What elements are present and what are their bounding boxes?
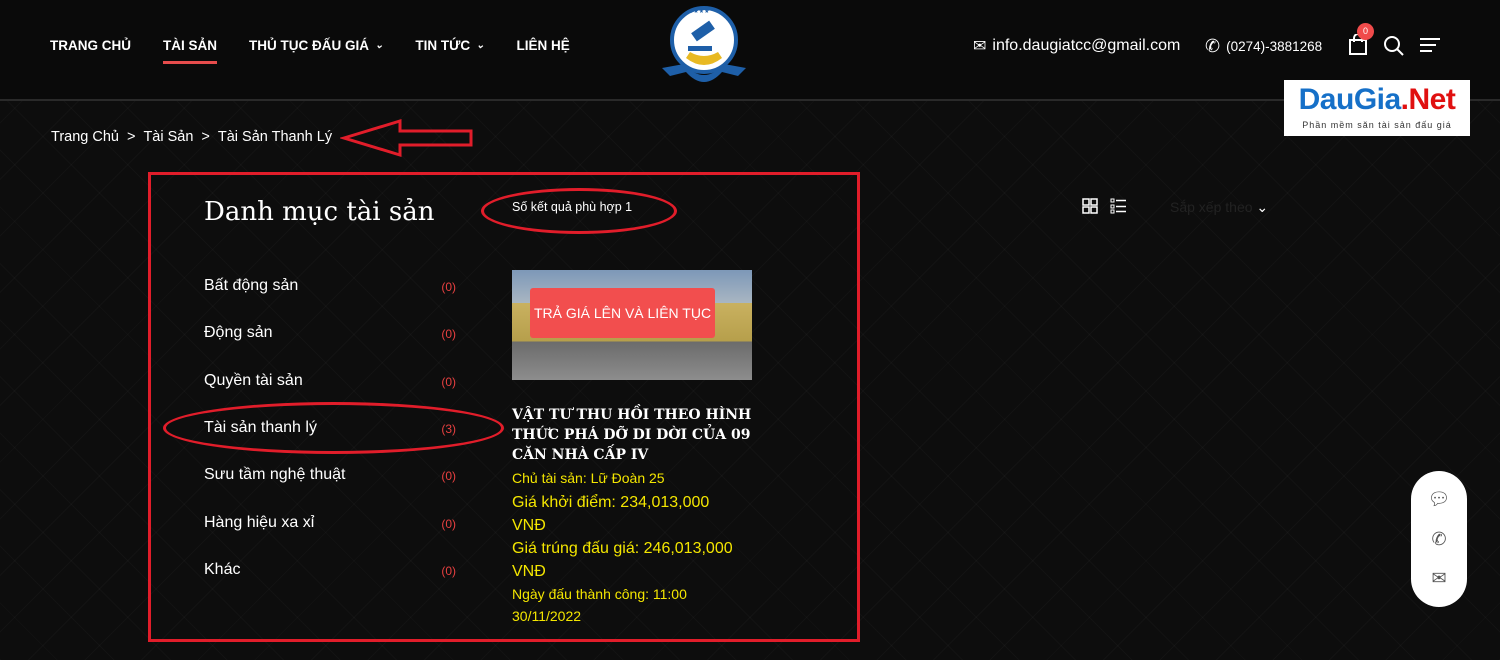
grid-view-icon[interactable] xyxy=(1082,198,1098,214)
category-item[interactable]: Khác (0) xyxy=(204,561,456,579)
email-contact[interactable]: ✉ info.daugiatcc@gmail.com xyxy=(973,36,1180,56)
breadcrumb-current: Tài Sản Thanh Lý xyxy=(217,129,333,145)
category-item[interactable]: Hàng hiệu xa xỉ (0) xyxy=(204,514,456,532)
category-item[interactable]: Sưu tầm nghệ thuật (0) xyxy=(204,466,456,484)
menu-icon[interactable] xyxy=(1420,37,1440,53)
product-image[interactable]: TRẢ GIÁ LÊN VÀ LIÊN TỤC xyxy=(512,270,752,380)
chevron-down-icon: ⌄ xyxy=(476,40,485,51)
breadcrumb-tai-san[interactable]: Tài Sản xyxy=(143,129,193,145)
search-icon[interactable] xyxy=(1383,35,1405,57)
nav-lien-he[interactable]: LIÊN HỆ xyxy=(516,38,569,53)
product-title[interactable]: VẬT TƯ THU HỒI THEO HÌNH THỨC PHÁ DỠ DI … xyxy=(512,405,762,465)
category-item[interactable]: Động sản (0) xyxy=(204,324,456,342)
category-item[interactable]: Bất động sản (0) xyxy=(204,277,456,295)
sort-dropdown[interactable]: Sắp xếp theo ⌄ xyxy=(1170,199,1268,216)
nav-tai-san[interactable]: TÀI SẢN xyxy=(163,38,217,64)
chevron-down-icon: ⌄ xyxy=(375,40,384,51)
mail-icon: ✉ xyxy=(973,38,987,55)
nav-tin-tuc[interactable]: TIN TỨC ⌄ xyxy=(415,38,484,53)
phone-icon: ✆ xyxy=(1205,36,1221,56)
floating-contact-bar: 💬︎ ✆ ✉ xyxy=(1411,471,1467,607)
view-toggle xyxy=(1082,198,1126,214)
cart-count-badge: 0 xyxy=(1357,23,1374,40)
breadcrumb: Trang Chủ > Tài Sản > Tài Sản Thanh Lý xyxy=(51,129,333,145)
product-date: Ngày đấu thành công: 11:00 30/11/2022 xyxy=(512,586,687,624)
mail-icon[interactable]: ✉ xyxy=(1431,568,1446,589)
sidebar-title: Danh mục tài sản xyxy=(204,197,435,227)
product-start-price: Giá khởi điểm: 234,013,000 VNĐ xyxy=(512,494,710,534)
list-view-icon[interactable] xyxy=(1110,198,1126,214)
phone-contact[interactable]: ✆ (0274)-3881268 xyxy=(1205,36,1322,57)
site-header: TRANG CHỦ TÀI SẢN THỦ TỤC ĐẤU GIÁ ⌄ TIN T… xyxy=(0,0,1500,101)
site-logo[interactable]: ★★★★ xyxy=(658,2,750,92)
chat-icon[interactable]: 💬︎ xyxy=(1428,489,1451,510)
nav-thu-tuc-dau-gia[interactable]: THỦ TỤC ĐẤU GIÁ ⌄ xyxy=(249,38,383,53)
annotation-arrow xyxy=(340,118,473,158)
annotation-ellipse xyxy=(163,402,504,454)
product-owner: Chủ tài sản: Lữ Đoàn 25 xyxy=(512,470,665,486)
product-win-price: Giá trúng đấu giá: 246,013,000 VNĐ xyxy=(512,540,733,580)
chevron-down-icon: ⌄ xyxy=(1256,199,1269,215)
phone-icon[interactable]: ✆ xyxy=(1431,529,1446,550)
main-nav: TRANG CHỦ TÀI SẢN THỦ TỤC ĐẤU GIÁ ⌄ TIN T… xyxy=(50,38,570,64)
annotation-ellipse xyxy=(481,188,677,234)
svg-text:★★★★: ★★★★ xyxy=(688,8,710,15)
category-item[interactable]: Quyền tài sản (0) xyxy=(204,372,456,390)
auction-type-badge: TRẢ GIÁ LÊN VÀ LIÊN TỤC xyxy=(530,288,715,338)
nav-trang-chu[interactable]: TRANG CHỦ xyxy=(50,38,131,53)
breadcrumb-home[interactable]: Trang Chủ xyxy=(51,129,119,145)
daugia-watermark: DauGia.Net Phần mềm săn tài sản đấu giá xyxy=(1284,80,1470,136)
